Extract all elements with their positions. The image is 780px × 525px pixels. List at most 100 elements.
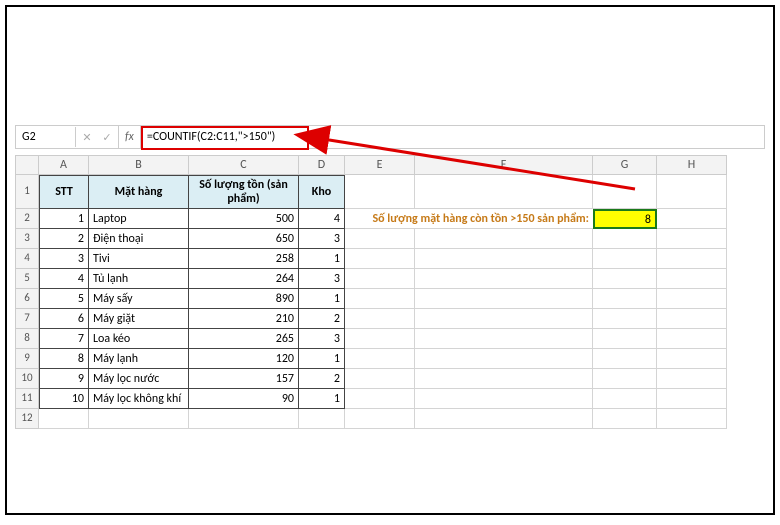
cell-soluong[interactable]: 157 bbox=[189, 369, 299, 389]
cell[interactable] bbox=[345, 289, 415, 309]
cell[interactable] bbox=[345, 309, 415, 329]
cell[interactable] bbox=[657, 229, 727, 249]
cell[interactable] bbox=[415, 175, 593, 209]
cell[interactable] bbox=[593, 249, 657, 269]
row-header[interactable]: 1 bbox=[15, 175, 39, 209]
cell[interactable] bbox=[657, 309, 727, 329]
cell-kho[interactable]: 2 bbox=[299, 369, 345, 389]
cell[interactable] bbox=[345, 249, 415, 269]
cell[interactable] bbox=[345, 175, 415, 209]
cell-soluong[interactable]: 650 bbox=[189, 229, 299, 249]
result-cell[interactable]: 8 bbox=[593, 209, 657, 229]
cell[interactable] bbox=[593, 229, 657, 249]
row-header[interactable]: 7 bbox=[15, 309, 39, 329]
row-header[interactable]: 12 bbox=[15, 409, 39, 429]
cell-mathang[interactable]: Máy lọc nước bbox=[89, 369, 189, 389]
cell[interactable] bbox=[415, 269, 593, 289]
cell[interactable] bbox=[345, 329, 415, 349]
cell[interactable] bbox=[415, 249, 593, 269]
col-header-c[interactable]: C bbox=[189, 155, 299, 175]
cell[interactable] bbox=[415, 289, 593, 309]
row-header[interactable]: 11 bbox=[15, 389, 39, 409]
cell[interactable] bbox=[593, 269, 657, 289]
cell-kho[interactable]: 1 bbox=[299, 349, 345, 369]
col-header-f[interactable]: F bbox=[415, 155, 593, 175]
cell-kho[interactable]: 3 bbox=[299, 329, 345, 349]
cell[interactable] bbox=[345, 389, 415, 409]
header-kho[interactable]: Kho bbox=[299, 175, 345, 209]
cell[interactable] bbox=[593, 349, 657, 369]
cell[interactable] bbox=[345, 229, 415, 249]
cell-mathang[interactable]: Tủ lạnh bbox=[89, 269, 189, 289]
cell[interactable] bbox=[657, 329, 727, 349]
cell-stt[interactable]: 3 bbox=[39, 249, 89, 269]
col-header-h[interactable]: H bbox=[657, 155, 727, 175]
col-header-e[interactable]: E bbox=[345, 155, 415, 175]
cell[interactable] bbox=[415, 229, 593, 249]
cell-soluong[interactable]: 890 bbox=[189, 289, 299, 309]
cell-stt[interactable]: 8 bbox=[39, 349, 89, 369]
cell-stt[interactable]: 2 bbox=[39, 229, 89, 249]
cell-kho[interactable]: 1 bbox=[299, 249, 345, 269]
cell[interactable] bbox=[657, 349, 727, 369]
cancel-icon[interactable]: ✕ bbox=[80, 131, 94, 144]
cell-kho[interactable]: 3 bbox=[299, 229, 345, 249]
select-all-corner[interactable] bbox=[15, 155, 39, 175]
cell-mathang[interactable]: Máy sấy bbox=[89, 289, 189, 309]
fx-label[interactable]: fx bbox=[118, 126, 141, 148]
cell[interactable] bbox=[345, 369, 415, 389]
cell[interactable] bbox=[345, 349, 415, 369]
cell[interactable] bbox=[345, 409, 415, 429]
cells-area[interactable]: STT Mặt hàng Số lượng tồn (sản phẩm) Kho… bbox=[39, 175, 765, 429]
cell[interactable] bbox=[593, 289, 657, 309]
cell[interactable] bbox=[415, 329, 593, 349]
cell-stt[interactable]: 7 bbox=[39, 329, 89, 349]
row-header[interactable]: 4 bbox=[15, 249, 39, 269]
cell-soluong[interactable]: 265 bbox=[189, 329, 299, 349]
col-header-b[interactable]: B bbox=[89, 155, 189, 175]
cell-stt[interactable]: 1 bbox=[39, 209, 89, 229]
cell[interactable] bbox=[593, 409, 657, 429]
row-header[interactable]: 9 bbox=[15, 349, 39, 369]
cell[interactable] bbox=[657, 269, 727, 289]
cell-mathang[interactable]: Tivi bbox=[89, 249, 189, 269]
cell-soluong[interactable]: 210 bbox=[189, 309, 299, 329]
row-header[interactable]: 10 bbox=[15, 369, 39, 389]
cell-kho[interactable]: 4 bbox=[299, 209, 345, 229]
cell[interactable] bbox=[415, 369, 593, 389]
cell[interactable] bbox=[657, 369, 727, 389]
cell-mathang[interactable]: Máy lạnh bbox=[89, 349, 189, 369]
cell-stt[interactable]: 9 bbox=[39, 369, 89, 389]
cell[interactable] bbox=[415, 349, 593, 369]
cell-mathang[interactable]: Điện thoại bbox=[89, 229, 189, 249]
cell[interactable] bbox=[299, 409, 345, 429]
cell[interactable] bbox=[593, 329, 657, 349]
cell-soluong[interactable]: 500 bbox=[189, 209, 299, 229]
cell[interactable] bbox=[657, 175, 727, 209]
cell[interactable] bbox=[593, 389, 657, 409]
cell[interactable] bbox=[657, 289, 727, 309]
cell-soluong[interactable]: 258 bbox=[189, 249, 299, 269]
row-header[interactable]: 5 bbox=[15, 269, 39, 289]
cell-soluong[interactable]: 264 bbox=[189, 269, 299, 289]
note-label[interactable]: Số lượng mặt hàng còn tồn >150 sản phẩm: bbox=[345, 209, 593, 229]
cell-mathang[interactable]: Máy lọc không khí bbox=[89, 389, 189, 409]
cell-mathang[interactable]: Loa kéo bbox=[89, 329, 189, 349]
cell[interactable] bbox=[415, 409, 593, 429]
cell-kho[interactable]: 2 bbox=[299, 309, 345, 329]
cell[interactable] bbox=[657, 389, 727, 409]
cell[interactable] bbox=[657, 409, 727, 429]
cell-soluong[interactable]: 90 bbox=[189, 389, 299, 409]
header-soluong[interactable]: Số lượng tồn (sản phẩm) bbox=[189, 175, 299, 209]
cell-stt[interactable]: 5 bbox=[39, 289, 89, 309]
cell-kho[interactable]: 1 bbox=[299, 289, 345, 309]
cell[interactable] bbox=[593, 175, 657, 209]
col-header-g[interactable]: G bbox=[593, 155, 657, 175]
cell[interactable] bbox=[657, 249, 727, 269]
cell-stt[interactable]: 4 bbox=[39, 269, 89, 289]
cell[interactable] bbox=[657, 209, 727, 229]
cell[interactable] bbox=[39, 409, 89, 429]
cell[interactable] bbox=[415, 309, 593, 329]
cell[interactable] bbox=[89, 409, 189, 429]
name-box[interactable]: G2 bbox=[16, 127, 76, 147]
